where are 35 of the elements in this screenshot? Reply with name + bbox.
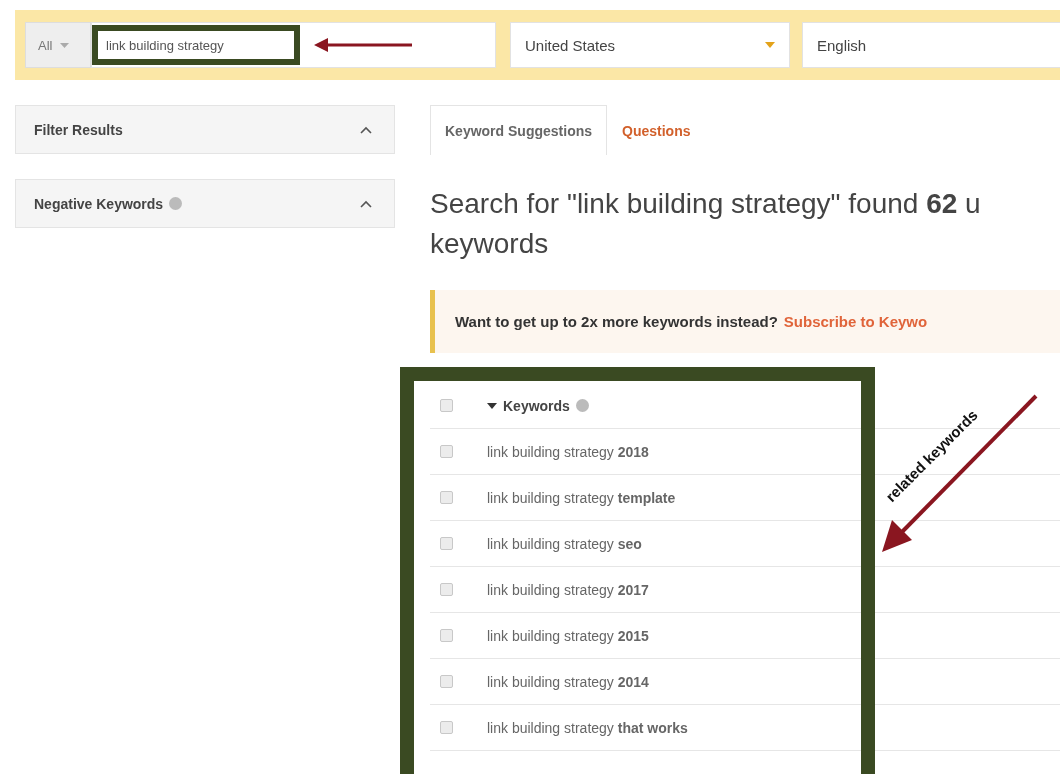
- checkbox[interactable]: [440, 491, 453, 504]
- panel-title: Negative Keywords: [34, 195, 164, 212]
- panel-title: Filter Results: [34, 121, 123, 138]
- caret-icon: [765, 42, 775, 48]
- checkbox[interactable]: [440, 583, 453, 596]
- chevron-icon[interactable]: [360, 199, 372, 208]
- keyword-cell: link building strategy seo: [487, 535, 642, 552]
- checkbox[interactable]: [440, 629, 453, 642]
- checkbox[interactable]: [440, 399, 453, 412]
- keyword-cell: link building strategy that works: [487, 719, 688, 736]
- sort-icon[interactable]: [487, 402, 497, 409]
- scope-dropdown[interactable]: All: [25, 22, 91, 68]
- caret-icon: [60, 42, 70, 48]
- search-field[interactable]: link building strategy: [92, 25, 300, 65]
- checkbox[interactable]: [440, 721, 453, 734]
- chevron-icon[interactable]: [360, 125, 372, 134]
- country-select[interactable]: United States: [510, 22, 790, 68]
- help-icon: [575, 399, 589, 412]
- language-field[interactable]: English: [802, 22, 1060, 68]
- column-header[interactable]: Keywords: [503, 397, 570, 414]
- results-heading: Search for "link building strategy" found 62 u keywords: [430, 187, 982, 261]
- tab[interactable]: Keyword Suggestions: [430, 105, 608, 155]
- sidebar-panel[interactable]: Filter Results: [15, 105, 395, 154]
- keyword-cell: link building strategy 2018: [487, 443, 649, 460]
- checkbox[interactable]: [440, 675, 453, 688]
- notice-text: Want to get up to 2x more keywords instead?: [455, 313, 778, 330]
- keyword-cell: link building strategy 2014: [487, 673, 649, 690]
- checkbox[interactable]: [440, 445, 453, 458]
- keyword-cell: link building strategy 2015: [487, 627, 649, 644]
- sidebar-panel[interactable]: Negative Keywords: [15, 179, 395, 228]
- arrow-icon: [880, 392, 1040, 552]
- keyword-cell: link building strategy 2017: [487, 581, 649, 598]
- arrow-icon: [314, 38, 414, 52]
- checkbox[interactable]: [440, 537, 453, 550]
- keyword-cell: link building strategy template: [487, 489, 676, 506]
